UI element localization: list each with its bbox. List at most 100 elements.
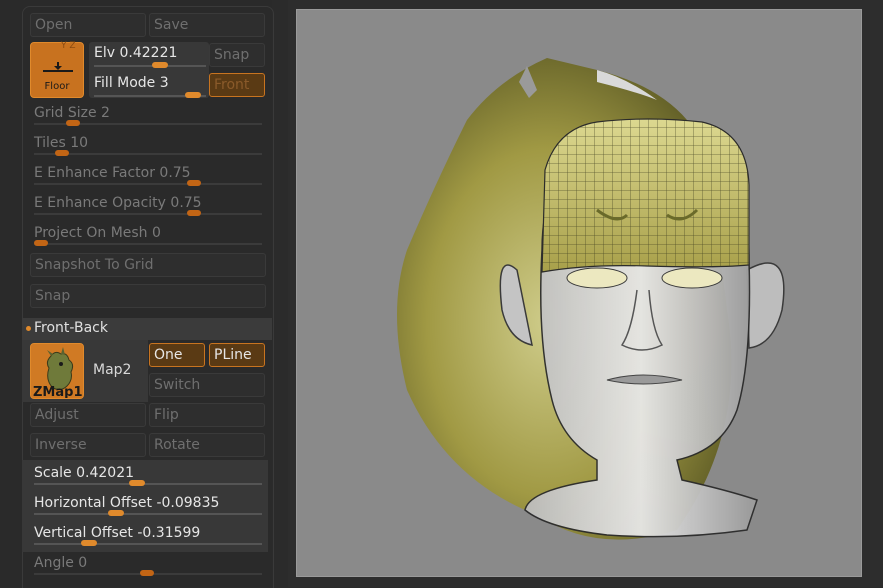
tiles-text: Tiles 10 [34, 135, 88, 151]
grid-size-text: Grid Size 2 [34, 105, 110, 121]
e-enhance-opacity-knob[interactable] [186, 210, 201, 216]
scale-knob[interactable] [129, 480, 146, 486]
floor-axis-letters: Y Z [61, 41, 76, 51]
e-enhance-opacity-slider[interactable]: E Enhance Opacity 0.75 [30, 191, 266, 221]
adjust-button[interactable]: Adjust [30, 403, 146, 427]
e-enhance-factor-slider[interactable]: E Enhance Factor 0.75 [30, 161, 266, 191]
angle-text: Angle 0 [34, 555, 87, 571]
switch-button[interactable]: Switch [149, 373, 265, 397]
horizontal-offset-value: -0.09835 [156, 495, 220, 511]
adjust-label: Adjust [35, 407, 79, 423]
tiles-track [34, 150, 262, 156]
e-enhance-factor-text: E Enhance Factor 0.75 [34, 165, 191, 181]
map-thumb-label: ZMap1 [33, 385, 83, 399]
floor-button[interactable]: Y Z Floor [30, 41, 84, 98]
snap-secondary-label: Snap [35, 288, 71, 304]
elv-knob[interactable] [151, 62, 168, 68]
fill-mode-value: 3 [159, 75, 169, 91]
save-button[interactable]: Save [149, 13, 265, 37]
left-panel: Open Save Y Z Floor Elv 0.42221 Fill Mod… [0, 0, 274, 588]
fill-mode-track [94, 92, 206, 98]
map-name: Map2 [93, 362, 132, 378]
floor-icon [43, 62, 73, 72]
vertical-offset-slider[interactable]: Vertical Offset -0.31599 [30, 521, 266, 551]
snap-secondary-button[interactable]: Snap [30, 284, 266, 308]
inverse-button[interactable]: Inverse [30, 433, 146, 457]
open-button[interactable]: Open [30, 13, 146, 37]
elv-track [94, 62, 206, 68]
open-label: Open [35, 17, 73, 33]
vertical-offset-text: Vertical Offset -0.31599 [34, 525, 200, 541]
vertical-offset-track [34, 540, 262, 546]
one-button[interactable]: One [149, 343, 205, 367]
pline-label: PLine [214, 347, 252, 363]
save-label: Save [154, 17, 189, 33]
angle-label: Angle [34, 555, 74, 571]
fill-mode-text: Fill Mode 3 [94, 75, 169, 91]
e-enhance-factor-knob[interactable] [186, 180, 201, 186]
tiles-label: Tiles [34, 135, 66, 151]
snap-label: Snap [214, 47, 250, 63]
grid-size-label: Grid Size [34, 105, 97, 121]
floor-label: Floor [44, 81, 70, 92]
section-title: Front-Back [34, 320, 108, 336]
scale-value: 0.42021 [76, 465, 135, 481]
snapshot-to-grid-label: Snapshot To Grid [35, 257, 154, 273]
pline-button[interactable]: PLine [209, 343, 265, 367]
fill-mode-label: Fill Mode [94, 75, 156, 91]
elv-slider[interactable]: Elv 0.42221 [94, 43, 206, 71]
horizontal-offset-knob[interactable] [108, 510, 125, 516]
vertical-offset-value: -0.31599 [137, 525, 201, 541]
front-back-section-header[interactable]: Front-Back [22, 318, 272, 340]
rotate-button[interactable]: Rotate [149, 433, 265, 457]
section-dot-icon [26, 326, 31, 331]
tiles-slider[interactable]: Tiles 10 [30, 131, 266, 161]
e-enhance-opacity-label: E Enhance Opacity [34, 195, 166, 211]
grid-size-slider[interactable]: Grid Size 2 [30, 101, 266, 131]
project-on-mesh-track [34, 240, 262, 246]
scale-track [34, 480, 262, 486]
vertical-offset-knob[interactable] [80, 540, 97, 546]
helmet-wireframe [542, 119, 749, 272]
grid-size-value: 2 [101, 105, 110, 121]
horizontal-offset-text: Horizontal Offset -0.09835 [34, 495, 219, 511]
angle-knob[interactable] [140, 570, 154, 576]
fill-mode-slider[interactable]: Fill Mode 3 [94, 73, 206, 101]
e-enhance-factor-value: 0.75 [159, 165, 191, 181]
head-model-render [397, 58, 785, 540]
inverse-label: Inverse [35, 437, 87, 453]
e-enhance-opacity-value: 0.75 [170, 195, 202, 211]
rotate-label: Rotate [154, 437, 200, 453]
project-on-mesh-slider[interactable]: Project On Mesh 0 [30, 221, 266, 251]
snap-button[interactable]: Snap [209, 43, 265, 67]
horizontal-offset-track [34, 510, 262, 516]
angle-value: 0 [78, 555, 88, 571]
grid-size-track [34, 120, 262, 126]
tiles-knob[interactable] [55, 150, 70, 156]
elv-label: Elv [94, 45, 116, 61]
flip-button[interactable]: Flip [149, 403, 265, 427]
switch-label: Switch [154, 377, 201, 393]
map-thumbnail[interactable]: ZMap1 [30, 343, 84, 399]
front-label: Front [214, 77, 250, 93]
one-label: One [154, 347, 183, 363]
front-button[interactable]: Front [209, 73, 265, 97]
tiles-value: 10 [70, 135, 89, 151]
horizontal-offset-label: Horizontal Offset [34, 495, 152, 511]
canvas-viewport[interactable] [296, 9, 862, 577]
fill-mode-knob[interactable] [185, 92, 202, 98]
e-enhance-factor-track [34, 180, 262, 186]
e-enhance-opacity-track [34, 210, 262, 216]
project-on-mesh-label: Project On Mesh [34, 225, 148, 241]
project-on-mesh-knob[interactable] [34, 240, 48, 246]
grid-size-knob[interactable] [65, 120, 80, 126]
angle-track [34, 570, 262, 576]
project-on-mesh-text: Project On Mesh 0 [34, 225, 161, 241]
angle-slider[interactable]: Angle 0 [30, 551, 266, 581]
snapshot-to-grid-button[interactable]: Snapshot To Grid [30, 253, 266, 277]
e-enhance-factor-label: E Enhance Factor [34, 165, 155, 181]
elv-text: Elv 0.42221 [94, 45, 177, 61]
scale-text: Scale 0.42021 [34, 465, 134, 481]
scale-slider[interactable]: Scale 0.42021 [30, 461, 266, 491]
horizontal-offset-slider[interactable]: Horizontal Offset -0.09835 [30, 491, 266, 521]
